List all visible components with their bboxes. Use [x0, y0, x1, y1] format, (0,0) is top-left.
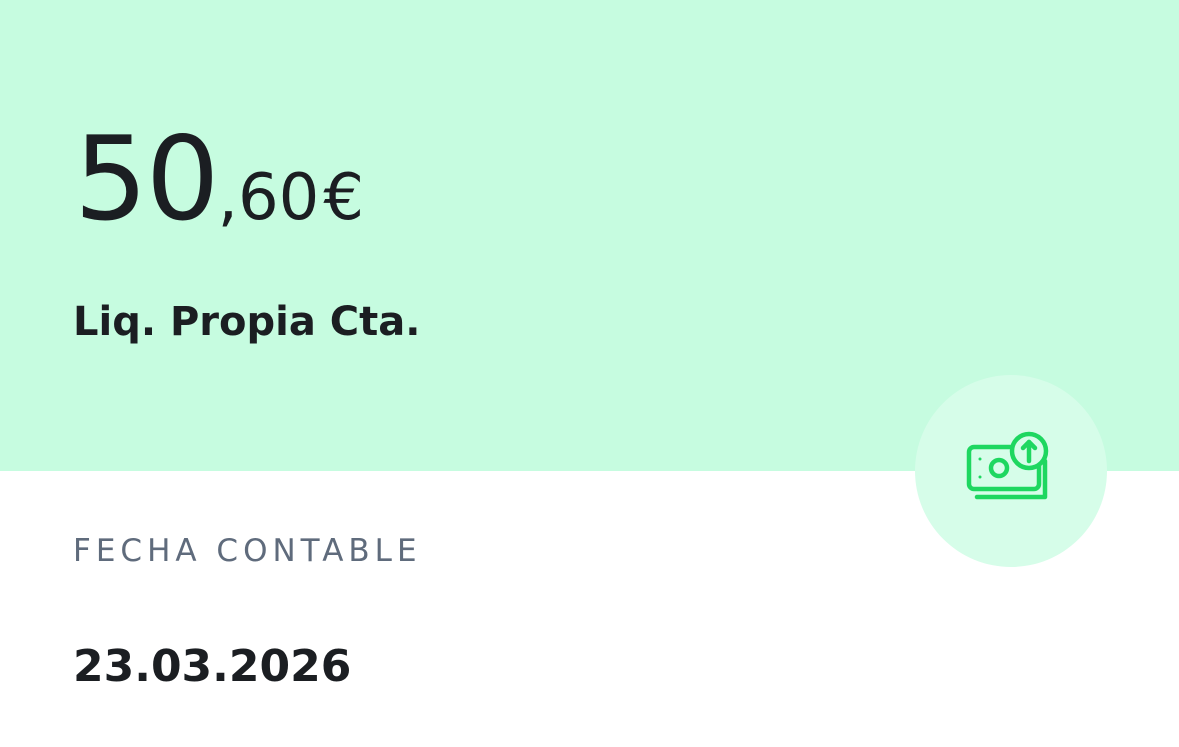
transaction-type-badge: [915, 375, 1107, 567]
money-transfer-up-icon: [966, 431, 1049, 500]
transaction-concept: Liq. Propia Cta.: [73, 299, 421, 345]
transaction-amount: 50,60€: [74, 122, 364, 238]
date-value: 23.03.2026: [73, 641, 352, 692]
date-label: FECHA CONTABLE: [73, 533, 422, 569]
amount-currency: €: [323, 161, 365, 235]
amount-decimal: ,60: [217, 161, 320, 235]
amount-integer: 50: [74, 112, 220, 247]
